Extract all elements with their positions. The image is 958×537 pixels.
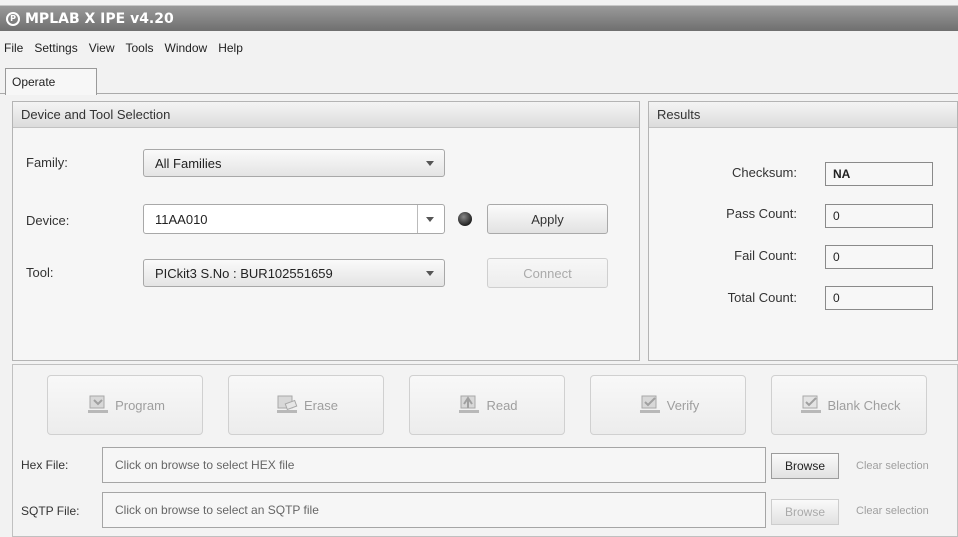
sqtp-file-label: SQTP File: <box>21 504 80 518</box>
fail-count-label: Fail Count: <box>734 248 797 263</box>
program-button[interactable]: Program <box>47 375 203 435</box>
menu-view[interactable]: View <box>89 41 115 55</box>
apply-button[interactable]: Apply <box>487 204 608 234</box>
device-label: Device: <box>26 213 70 228</box>
checksum-label: Checksum: <box>731 165 797 180</box>
status-led-icon <box>458 212 472 226</box>
chevron-down-icon <box>426 161 434 166</box>
pass-count-label: Pass Count: <box>726 206 797 221</box>
chip-verify-icon <box>639 395 660 413</box>
tool-label: Tool: <box>26 265 54 280</box>
pass-count-field: 0 <box>825 204 933 228</box>
chip-program-icon <box>88 395 109 413</box>
menu-bar: File Settings View Tools Window Help <box>0 36 958 60</box>
menu-file[interactable]: File <box>4 41 23 55</box>
hex-file-input[interactable]: Click on browse to select HEX file <box>102 447 766 483</box>
tool-dropdown[interactable]: PICkit3 S.No : BUR102551659 <box>143 259 445 287</box>
family-value: All Families <box>155 155 222 171</box>
panel-header: Results <box>649 102 957 128</box>
blank-check-button[interactable]: Blank Check <box>771 375 927 435</box>
fail-count-field: 0 <box>825 245 933 269</box>
tab-strip: Operate <box>0 68 958 95</box>
erase-button[interactable]: Erase <box>228 375 384 435</box>
hex-file-label: Hex File: <box>21 458 69 472</box>
menu-help[interactable]: Help <box>218 41 243 55</box>
read-button[interactable]: Read <box>409 375 565 435</box>
sqtp-clear-selection-link[interactable]: Clear selection <box>856 505 929 517</box>
chip-blank-check-icon <box>800 395 821 413</box>
title-bar: P MPLAB X IPE v4.20 <box>0 5 958 31</box>
chip-read-icon <box>459 395 480 413</box>
chip-erase-icon <box>277 395 298 413</box>
sqtp-browse-button[interactable]: Browse <box>771 499 839 525</box>
hex-clear-selection-link[interactable]: Clear selection <box>856 460 929 472</box>
verify-button[interactable]: Verify <box>590 375 746 435</box>
device-value: 11AA010 <box>155 211 208 227</box>
sqtp-file-input[interactable]: Click on browse to select an SQTP file <box>102 492 766 528</box>
window-title: MPLAB X IPE v4.20 <box>25 10 174 27</box>
menu-window[interactable]: Window <box>165 41 208 55</box>
connect-button[interactable]: Connect <box>487 258 608 288</box>
device-tool-panel: Device and Tool Selection Family: All Fa… <box>12 101 640 361</box>
menu-settings[interactable]: Settings <box>34 41 77 55</box>
results-panel: Results Checksum: NA Pass Count: 0 Fail … <box>648 101 958 361</box>
mplab-logo-icon: P <box>6 11 20 26</box>
total-count-field: 0 <box>825 286 933 310</box>
panel-header: Device and Tool Selection <box>13 102 639 128</box>
tab-operate[interactable]: Operate <box>5 68 97 95</box>
chevron-down-icon <box>426 271 434 276</box>
actions-panel: Program Erase Read Verify Blank Check He… <box>12 364 958 537</box>
menu-tools[interactable]: Tools <box>126 41 154 55</box>
hex-browse-button[interactable]: Browse <box>771 453 839 479</box>
total-count-label: Total Count: <box>727 290 797 305</box>
tool-value: PICkit3 S.No : BUR102551659 <box>155 265 333 281</box>
device-combo[interactable]: 11AA010 <box>143 204 445 234</box>
chevron-down-icon <box>426 217 434 222</box>
family-label: Family: <box>26 155 68 170</box>
checksum-field: NA <box>825 162 933 186</box>
family-dropdown[interactable]: All Families <box>143 149 445 177</box>
